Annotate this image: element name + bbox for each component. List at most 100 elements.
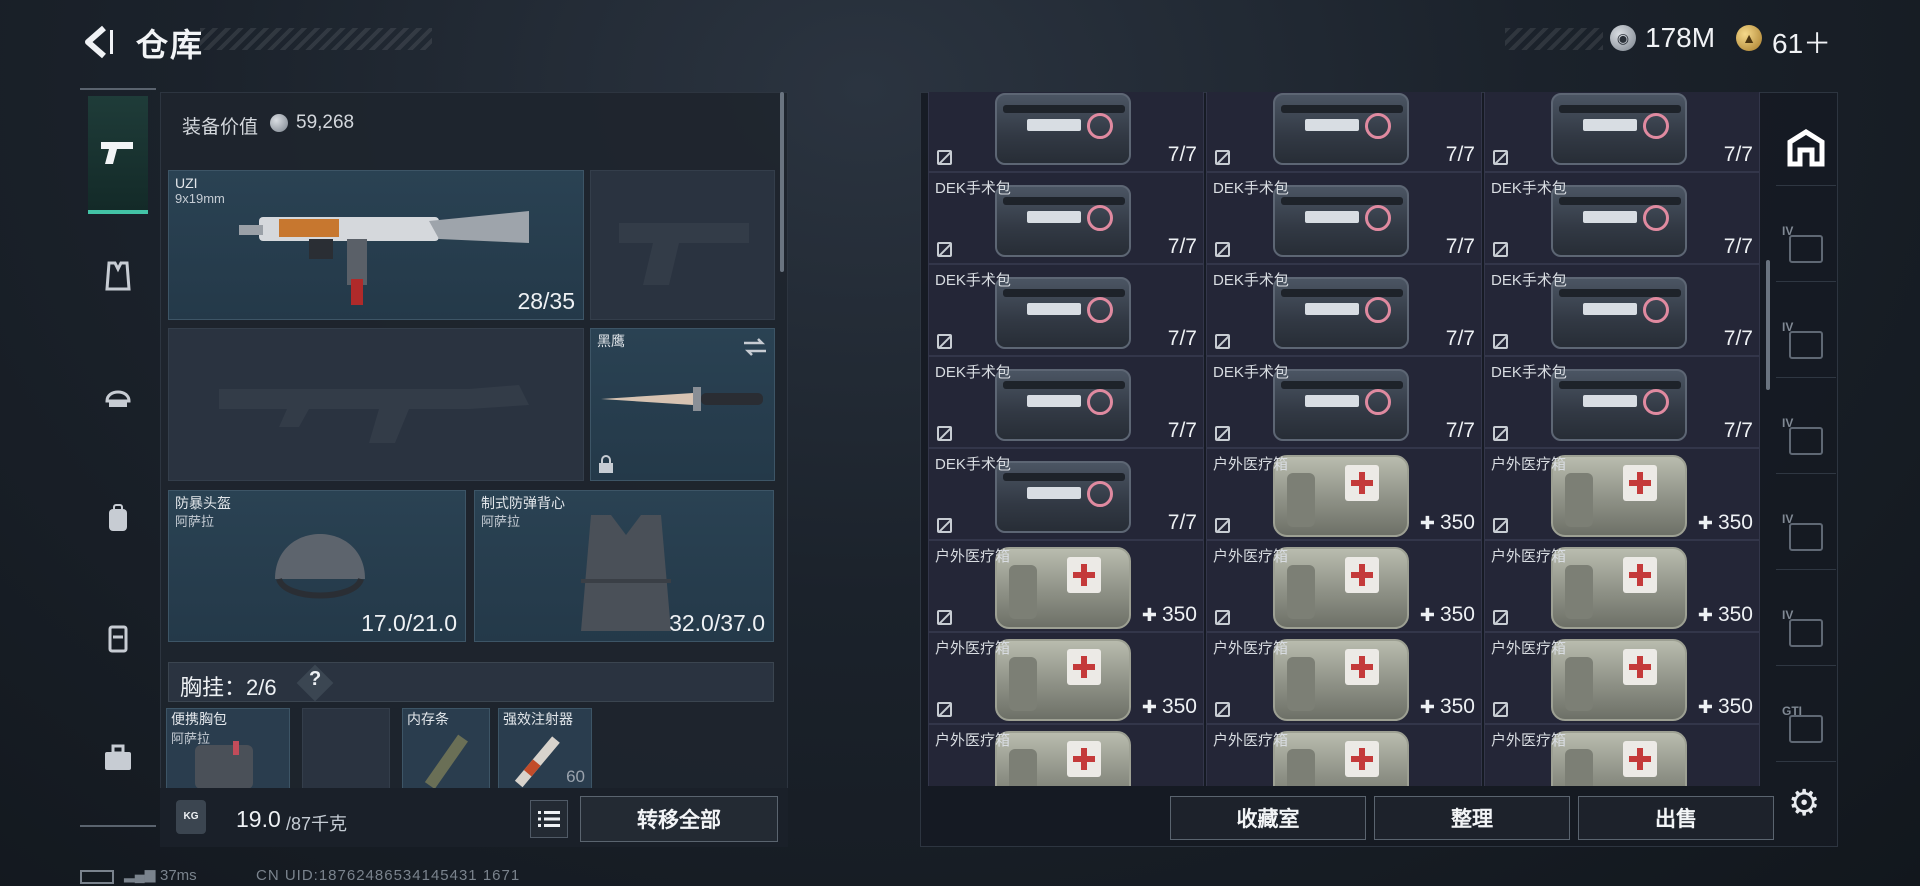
inventory-cell[interactable]: 户外医疗箱✚ 350 bbox=[1206, 632, 1482, 724]
inventory-cell[interactable]: DEK手术包 7/7 bbox=[928, 172, 1204, 264]
vest-image bbox=[581, 515, 671, 631]
list-icon bbox=[538, 811, 560, 827]
collection-button[interactable]: 收藏室 bbox=[1170, 796, 1366, 840]
inventory-cell[interactable]: 户外医疗箱✚ 350 bbox=[1484, 724, 1760, 786]
vest-sub: 阿萨拉 bbox=[481, 514, 521, 529]
chest-item-name: 强效注射器 bbox=[503, 711, 573, 727]
inventory-cell[interactable]: 户外医疗箱✚ 350 bbox=[1206, 448, 1482, 540]
list-view-button[interactable] bbox=[530, 800, 568, 838]
nav-bottom-divider bbox=[80, 825, 156, 827]
loadout-scrollbar[interactable] bbox=[780, 92, 784, 272]
back-button[interactable] bbox=[78, 22, 118, 62]
inventory-cell[interactable]: DEK手术包 7/7 bbox=[1484, 356, 1760, 448]
inventory-cell[interactable]: 户外医疗箱✚ 350 bbox=[1206, 540, 1482, 632]
inventory-cell[interactable]: 7/7 bbox=[1206, 92, 1482, 172]
swap-icon[interactable] bbox=[742, 337, 768, 357]
syringe-count: 60 bbox=[566, 767, 585, 786]
item-name: 户外医疗箱 bbox=[935, 640, 1011, 657]
inventory-grid-viewport: 7/7 7/7 7/7 DEK手术包 7/7 DEK手术包 7/7 DEK手术包 7/7 DEK手… bbox=[928, 92, 1764, 786]
tab-tier-label: IV bbox=[1782, 320, 1794, 334]
inventory-cell[interactable]: DEK手术包 7/7 bbox=[1206, 264, 1482, 356]
secondary-weapon-slot[interactable] bbox=[590, 170, 775, 320]
chest-slot[interactable]: 便携胸包 阿萨拉 bbox=[166, 708, 290, 790]
nav-item-helmet[interactable] bbox=[88, 366, 148, 426]
item-count: 7/7 bbox=[1723, 419, 1753, 442]
latency: 37ms bbox=[160, 867, 197, 884]
storage-tab[interactable]: IV bbox=[1776, 494, 1836, 570]
inventory-cell[interactable]: 7/7 bbox=[1484, 92, 1760, 172]
unlock-status-icon bbox=[937, 242, 952, 257]
melee-slot[interactable]: 黑鹰 bbox=[590, 328, 775, 481]
sort-button[interactable]: 整理 bbox=[1374, 796, 1570, 840]
heal-amount: 350 bbox=[1161, 695, 1197, 718]
inventory-cell[interactable]: DEK手术包 7/7 bbox=[928, 356, 1204, 448]
primary-weapon-slot[interactable]: UZI 9x19mm 28/35 bbox=[168, 170, 584, 320]
inventory-cell[interactable]: 户外医疗箱✚ 350 bbox=[928, 540, 1204, 632]
nav-item-weapons[interactable] bbox=[88, 96, 148, 214]
heal-cross-icon: ✚ bbox=[1141, 605, 1162, 625]
medical-box-image bbox=[995, 639, 1131, 721]
inventory-cell[interactable]: 户外医疗箱✚ 350 bbox=[1484, 448, 1760, 540]
heal-amount: 350 bbox=[1717, 603, 1753, 626]
container-weapon-icon bbox=[1789, 426, 1823, 455]
nav-item-chest-rig[interactable] bbox=[88, 608, 148, 668]
inventory-cell[interactable]: DEK手术包 7/7 bbox=[1206, 356, 1482, 448]
settings-gear-icon[interactable]: ⚙ bbox=[1788, 782, 1820, 824]
surgical-kit-image bbox=[1273, 277, 1409, 349]
inventory-cell[interactable]: 7/7 bbox=[928, 92, 1204, 172]
weapon-caliber: 9x19mm bbox=[175, 191, 225, 206]
chest-slot[interactable]: 强效注射器 60 bbox=[498, 708, 592, 790]
backpack-icon bbox=[109, 504, 127, 531]
inventory-cell[interactable]: DEK手术包 7/7 bbox=[928, 264, 1204, 356]
helmet-slot[interactable]: 防暴头盔 阿萨拉 17.0/21.0 bbox=[168, 490, 466, 642]
equip-value-label: 装备价值 bbox=[182, 117, 259, 138]
inventory-cell[interactable]: DEK手术包 7/7 bbox=[1206, 172, 1482, 264]
item-name: 户外医疗箱 bbox=[1213, 640, 1289, 657]
storage-tab[interactable]: GTI bbox=[1776, 686, 1836, 762]
heal-cross-icon: ✚ bbox=[1419, 697, 1440, 717]
inventory-cell[interactable]: 户外医疗箱✚ 350 bbox=[928, 724, 1204, 786]
weight-max: /87千克 bbox=[286, 814, 348, 834]
chest-slot-empty[interactable] bbox=[302, 708, 390, 790]
inventory-scrollbar[interactable] bbox=[1766, 260, 1770, 390]
vest-slot[interactable]: 制式防弹背心 阿萨拉 32.0/37.0 bbox=[474, 490, 774, 642]
silver-amount[interactable]: 178M bbox=[1645, 22, 1715, 54]
inventory-cell[interactable]: 户外医疗箱✚ 350 bbox=[1484, 540, 1760, 632]
storage-tab[interactable] bbox=[1776, 110, 1836, 186]
inventory-cell[interactable]: 户外医疗箱✚ 350 bbox=[1206, 724, 1482, 786]
inventory-cell[interactable]: DEK手术包 7/7 bbox=[928, 448, 1204, 540]
nav-item-case[interactable] bbox=[88, 728, 148, 788]
unlock-status-icon bbox=[1215, 150, 1230, 165]
storage-tab[interactable]: IV bbox=[1776, 302, 1836, 378]
item-name: 户外医疗箱 bbox=[1491, 640, 1567, 657]
medical-box-image bbox=[1551, 731, 1687, 786]
tab-tier-label: IV bbox=[1782, 416, 1794, 430]
item-count: 7/7 bbox=[1445, 327, 1475, 350]
weight-value: 19.0 bbox=[236, 806, 281, 832]
storage-tab[interactable]: IV bbox=[1776, 590, 1836, 666]
sell-button[interactable]: 出售 bbox=[1578, 796, 1774, 840]
nav-item-armor-vest[interactable] bbox=[88, 246, 148, 306]
storage-tab[interactable]: IV bbox=[1776, 206, 1836, 282]
item-count: 7/7 bbox=[1723, 235, 1753, 258]
inventory-cell[interactable]: 户外医疗箱✚ 350 bbox=[1484, 632, 1760, 724]
chest-rig-label: 胸挂：2/6 bbox=[180, 675, 277, 700]
left-nav bbox=[80, 88, 156, 828]
inventory-cell[interactable]: DEK手术包 7/7 bbox=[1484, 264, 1760, 356]
surgical-kit-image bbox=[995, 93, 1131, 165]
gold-amount[interactable]: 61＋ bbox=[1772, 22, 1831, 62]
signal-icon: ▂▄▆ bbox=[124, 866, 156, 882]
transfer-all-button[interactable]: 转移全部 bbox=[580, 796, 778, 842]
tab-tier-label: GTI bbox=[1782, 704, 1802, 718]
item-count: 7/7 bbox=[1167, 327, 1197, 350]
item-count: 7/7 bbox=[1167, 419, 1197, 442]
heal-cross-icon: ✚ bbox=[1141, 697, 1162, 717]
chest-slot[interactable]: 内存条 bbox=[402, 708, 490, 790]
inventory-cell[interactable]: 户外医疗箱 ✚ 350 bbox=[928, 632, 1204, 724]
storage-tab[interactable]: IV bbox=[1776, 398, 1836, 474]
nav-item-backpack[interactable] bbox=[88, 488, 148, 548]
help-mark: ? bbox=[309, 668, 322, 690]
rifle-slot[interactable] bbox=[168, 328, 584, 481]
inventory-cell[interactable]: DEK手术包 7/7 bbox=[1484, 172, 1760, 264]
surgical-kit-image bbox=[1551, 369, 1687, 441]
